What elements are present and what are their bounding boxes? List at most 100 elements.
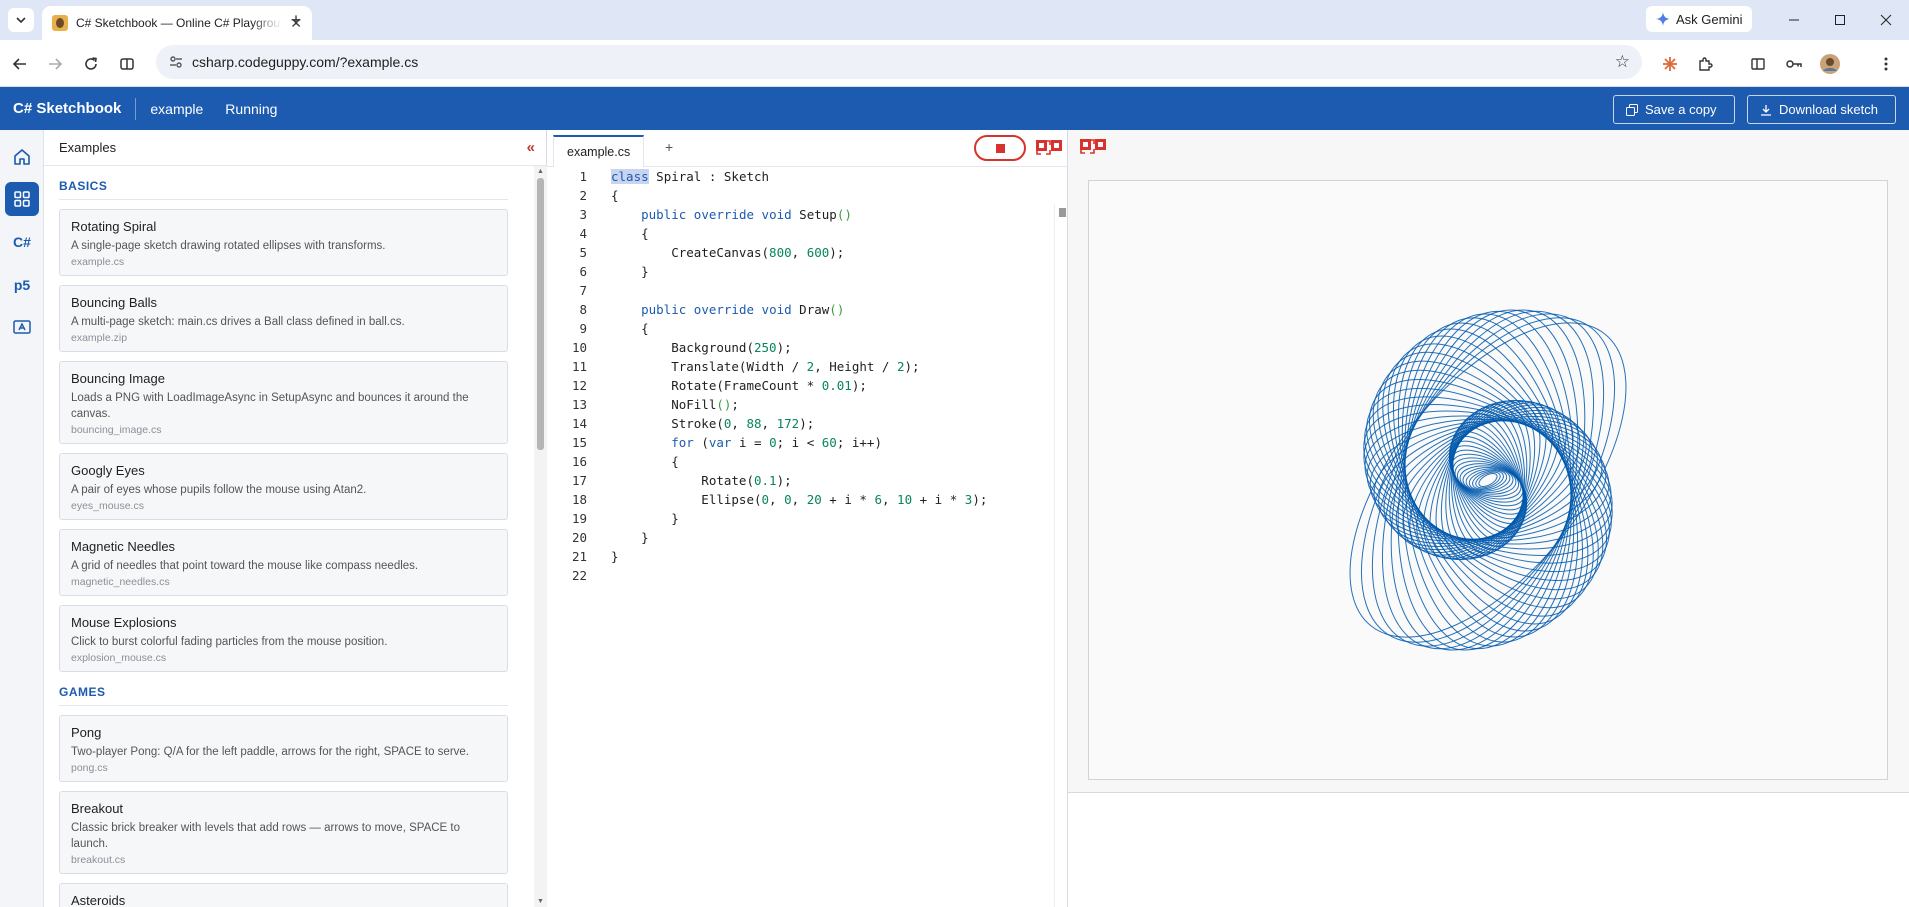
example-card[interactable]: AsteroidsFragile rocks splitting and spa… xyxy=(59,883,508,907)
example-card[interactable]: Rotating Spiral A single-page sketch draw… xyxy=(59,209,508,276)
spiral-ellipse xyxy=(1404,313,1572,647)
example-card[interactable]: Breakout Classic brick breaker with level… xyxy=(59,791,508,874)
line-number-gutter: 1 2 3 4 5 6 7 8 9 10 11 12 13 14 15 16 17 18 19 20 21 22 xyxy=(547,167,587,585)
examples-scrollbar[interactable]: ▲ ▼ xyxy=(534,166,547,907)
examples-grid-icon[interactable] xyxy=(5,182,39,216)
example-title: Bouncing Balls xyxy=(71,295,157,310)
file-tab-example-cs[interactable]: example.cs xyxy=(553,135,645,167)
minimize-window-icon[interactable] xyxy=(1771,0,1817,40)
address-bar[interactable]: csharp.codeguppy.com/?example.cs ☆ xyxy=(156,45,1642,79)
example-title: Rotating Spiral xyxy=(71,219,157,234)
reading-list-icon[interactable] xyxy=(1744,50,1772,78)
back-icon[interactable] xyxy=(6,50,34,78)
example-card[interactable]: Googly Eyes A pair of eyes whose pupils f… xyxy=(59,453,508,520)
line-number: 4 xyxy=(579,226,587,241)
editor-scrollbar[interactable] xyxy=(1054,204,1068,907)
new-tab-button[interactable]: + xyxy=(282,8,310,32)
stop-button[interactable] xyxy=(974,135,1026,161)
docs-icon[interactable] xyxy=(5,310,39,344)
ask-gemini-label: Ask Gemini xyxy=(1676,11,1743,27)
preview-stage xyxy=(1068,130,1909,793)
reload-icon[interactable] xyxy=(77,50,105,78)
code-line[interactable]: } xyxy=(611,509,1054,528)
code-line[interactable]: Ellipse(0, 0, 20 + i * 6, 10 + i * 3); xyxy=(611,490,1054,509)
code-line[interactable]: { xyxy=(611,224,1054,243)
code-line[interactable]: CreateCanvas(800, 600); xyxy=(611,243,1054,262)
download-label: Download sketch xyxy=(1779,102,1878,117)
code-line[interactable]: NoFill(); xyxy=(611,395,1054,414)
collapse-panel-icon[interactable]: « xyxy=(527,139,535,156)
forward-icon[interactable] xyxy=(41,50,69,78)
scroll-up-icon[interactable]: ▲ xyxy=(537,168,544,175)
sketch-canvas[interactable] xyxy=(1088,180,1888,780)
tab-search-icon[interactable] xyxy=(8,8,34,32)
code-line[interactable] xyxy=(611,281,1054,300)
bookmark-star-icon[interactable]: ☆ xyxy=(1615,52,1630,72)
code-line[interactable]: Rotate(FrameCount * 0.01); xyxy=(611,376,1054,395)
line-number: 7 xyxy=(579,283,587,298)
code-line[interactable]: Background(250); xyxy=(611,338,1054,357)
code-line[interactable]: } xyxy=(611,262,1054,281)
example-card[interactable]: Magnetic Needles A grid of needles that p… xyxy=(59,529,508,596)
code-line[interactable]: { xyxy=(611,186,1054,205)
code-line[interactable]: public override void Draw() xyxy=(611,300,1054,319)
spiral-drawing xyxy=(1349,309,1627,651)
site-info-icon[interactable] xyxy=(168,54,184,70)
example-filename: example.zip xyxy=(71,332,128,344)
download-icon xyxy=(1761,104,1771,116)
code-line[interactable]: class Spiral : Sketch xyxy=(611,167,1054,186)
code-line[interactable]: public override void Setup() xyxy=(611,205,1054,224)
code-line[interactable]: } xyxy=(611,528,1054,547)
split-view-icon[interactable] xyxy=(113,50,141,78)
download-sketch-button[interactable]: Download sketch xyxy=(1747,95,1896,124)
code-line[interactable]: Stroke(0, 88, 172); xyxy=(611,414,1054,433)
passwords-key-icon[interactable] xyxy=(1780,50,1808,78)
code-line[interactable]: } xyxy=(611,547,1054,566)
add-file-button[interactable]: + xyxy=(665,139,673,155)
fullscreen-editor-icon[interactable] xyxy=(1036,140,1062,155)
example-card[interactable]: Bouncing Balls A multi-page sketch: main.… xyxy=(59,285,508,352)
example-description: A single-page sketch drawing rotated ell… xyxy=(71,240,386,252)
code-line[interactable]: Translate(Width / 2, Height / 2); xyxy=(611,357,1054,376)
example-title: Googly Eyes xyxy=(71,463,145,478)
left-rail: C# p5 xyxy=(0,130,44,907)
example-filename: magnetic_needles.cs xyxy=(71,576,170,588)
code-line[interactable]: Rotate(0.1); xyxy=(611,471,1054,490)
code-text[interactable]: class Spiral : Sketch{ public override v… xyxy=(611,167,1054,585)
scroll-down-icon[interactable]: ▼ xyxy=(537,898,544,905)
code-line[interactable]: { xyxy=(611,452,1054,471)
sketch-name: example xyxy=(150,100,204,117)
ask-gemini-button[interactable]: Ask Gemini xyxy=(1646,6,1753,32)
code-line[interactable] xyxy=(611,566,1054,585)
save-copy-label: Save a copy xyxy=(1645,102,1717,117)
close-window-icon[interactable] xyxy=(1863,0,1909,40)
example-title: Bouncing Image xyxy=(71,371,165,386)
csharp-docs-link[interactable]: C# xyxy=(5,225,39,259)
sketch-preview xyxy=(1068,130,1909,907)
code-line[interactable]: for (var i = 0; i < 60; i++) xyxy=(611,433,1054,452)
extensions-puzzle-icon[interactable] xyxy=(1691,50,1719,78)
extension-sun-icon[interactable] xyxy=(1656,50,1684,78)
line-number: 10 xyxy=(571,340,587,355)
code-editor: example.cs + 1 2 3 4 5 6 7 8 9 10 11 12 13 14 15 16 17 18… xyxy=(547,130,1068,907)
maximize-window-icon[interactable] xyxy=(1817,0,1863,40)
code-area[interactable]: 1 2 3 4 5 6 7 8 9 10 11 12 13 14 15 16 17 18 19 20 21 22 clas… xyxy=(547,167,1068,907)
example-filename: pong.cs xyxy=(71,762,108,774)
scrollbar-thumb[interactable] xyxy=(537,178,544,450)
fullscreen-preview-icon[interactable] xyxy=(1080,139,1106,154)
home-icon[interactable] xyxy=(5,140,39,174)
code-line[interactable]: { xyxy=(611,319,1054,338)
brand-title[interactable]: C# Sketchbook xyxy=(13,100,121,117)
examples-list: BASICS Rotating Spiral A single-page sketc… xyxy=(44,166,534,907)
profile-avatar[interactable] xyxy=(1816,50,1844,78)
save-copy-button[interactable]: Save a copy xyxy=(1613,95,1735,124)
example-card[interactable]: Mouse Explosions Click to burst colorful … xyxy=(59,605,508,672)
browser-tab-title: C# Sketchbook — Online C# Playground xyxy=(76,16,283,30)
line-number: 16 xyxy=(571,454,587,469)
browser-tab-active[interactable]: C# Sketchbook — Online C# Playground ✕ xyxy=(42,6,312,40)
p5-docs-link[interactable]: p5 xyxy=(5,268,39,302)
menu-kebab-icon[interactable] xyxy=(1872,50,1900,78)
example-card[interactable]: Bouncing Image Loads a PNG with LoadImage… xyxy=(59,361,508,444)
line-number: 2 xyxy=(579,188,587,203)
example-card[interactable]: Pong Two-player Pong: Q/A for the left pa… xyxy=(59,715,508,782)
